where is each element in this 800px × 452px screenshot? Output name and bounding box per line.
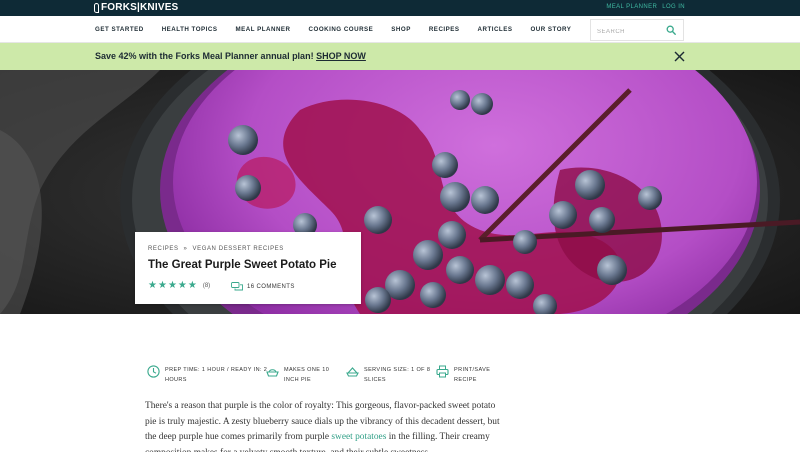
hero-image [0,70,800,314]
print-save-recipe[interactable]: PRINT/SAVE RECIPE [436,365,490,385]
search-input[interactable] [591,22,661,42]
comments-link[interactable]: 16 COMMENTS [231,282,295,291]
breadcrumb: RECIPES » VEGAN DESSERT RECIPES [148,246,284,252]
nav-item-cooking-course[interactable]: COOKING COURSE [309,26,374,33]
meal-planner-link[interactable]: MEAL PLANNER [606,4,657,10]
printer-icon [436,365,449,378]
serving-size-text: SERVING SIZE: 1 OF 8 SLICES [364,367,431,383]
site-logo[interactable]: FORKS|KNIVES [94,2,178,13]
nav-item-shop[interactable]: SHOP [391,26,411,33]
shop-now-link[interactable]: SHOP NOW [316,51,366,61]
pie-dish-icon [266,369,279,377]
sweet-potatoes-link[interactable]: sweet potatoes [331,432,386,442]
prep-time-text: PREP TIME: 1 HOUR / READY IN: 2 HOURS [165,367,268,383]
nav-item-recipes[interactable]: RECIPES [429,26,460,33]
star-icon: ★ [157,280,167,291]
star-icon: ★ [148,280,157,291]
promo-banner: Save 42% with the Forks Meal Planner ann… [0,43,800,70]
star-icon: ★ [177,280,187,291]
promo-message: Save 42% with the Forks Meal Planner ann… [95,51,317,61]
yield-text: MAKES ONE 10 INCH PIE [284,367,330,383]
yield: MAKES ONE 10 INCH PIE [266,365,329,385]
recipe-title-card: RECIPES » VEGAN DESSERT RECIPES The Great … [135,232,361,304]
page-title: The Great Purple Sweet Potato Pie [148,259,337,271]
breadcrumb-vegan-dessert-recipes[interactable]: VEGAN DESSERT RECIPES [192,246,283,252]
prep-time: PREP TIME: 1 HOUR / READY IN: 2 HOURS [147,365,267,385]
promo-text: Save 42% with the Forks Meal Planner ann… [95,51,366,61]
purple-pie-photo [0,70,800,314]
close-icon[interactable] [674,51,685,62]
clock-icon [147,365,160,378]
serving-dish-icon [346,367,359,377]
utility-links: MEAL PLANNER LOG IN [606,4,685,10]
nav-item-our-story[interactable]: OUR STORY [530,26,571,33]
search-icon[interactable] [666,25,676,35]
breadcrumb-recipes[interactable]: RECIPES [148,246,179,252]
comments-icon [231,282,243,291]
nav-item-articles[interactable]: ARTICLES [478,26,513,33]
top-bar: FORKS|KNIVES MEAL PLANNER LOG IN [0,0,800,16]
comments-count: 16 COMMENTS [247,283,295,290]
nav-item-get-started[interactable]: GET STARTED [95,26,144,33]
nav-item-health-topics[interactable]: HEALTH TOPICS [162,26,218,33]
log-in-link[interactable]: LOG IN [662,4,685,10]
nav-item-meal-planner[interactable]: MEAL PLANNER [235,26,290,33]
print-save-text: PRINT/SAVE RECIPE [454,367,491,383]
star-icon: ★ [187,280,197,291]
recipe-intro: There's a reason that purple is the colo… [145,399,505,452]
serving-size: SERVING SIZE: 1 OF 8 SLICES [346,365,430,385]
nav-items: GET STARTED HEALTH TOPICS MEAL PLANNER C… [95,26,589,33]
breadcrumb-separator: » [183,246,188,252]
star-rating[interactable]: ★ ★ ★ ★ ★ (8) [148,281,210,291]
logo-mark-icon [94,2,99,13]
rating-count: (8) [202,283,211,289]
logo-text: FORKS|KNIVES [101,2,179,13]
star-icon: ★ [167,280,177,291]
search-box [590,19,684,42]
